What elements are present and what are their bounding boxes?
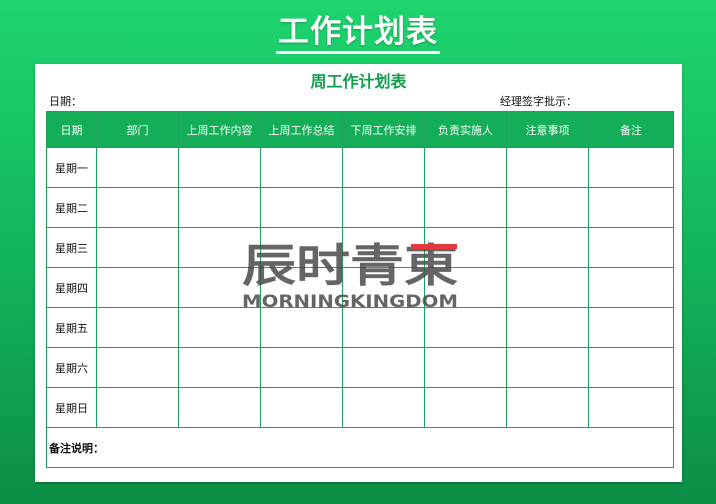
sheet-title: 周工作计划表 [310, 72, 407, 91]
table-cell[interactable] [96, 347, 179, 388]
plan-sheet: 周工作计划表 日期： 经理签字批示： 日期 部门 上周工作内容 上周工作总结 下… [35, 64, 682, 482]
table-cell[interactable] [342, 267, 425, 308]
table-cell[interactable] [424, 227, 507, 268]
table-cell[interactable] [178, 147, 261, 188]
table-cell[interactable] [96, 307, 179, 348]
table-cell[interactable] [506, 307, 589, 348]
table-cell[interactable] [342, 187, 425, 228]
table-cell[interactable] [260, 187, 343, 228]
page-title: 工作计划表 [0, 14, 716, 54]
table-row: 星期一 [46, 147, 674, 188]
day-label: 星期四 [46, 267, 97, 308]
table-cell[interactable] [96, 187, 179, 228]
header-last-week-content: 上周工作内容 [178, 111, 261, 148]
table-cell[interactable] [260, 267, 343, 308]
table-cell[interactable] [178, 267, 261, 308]
table-cell[interactable] [588, 187, 674, 228]
header-row: 日期 部门 上周工作内容 上周工作总结 下周工作安排 负责实施人 注意事项 备注 [46, 111, 674, 148]
table-cell[interactable] [506, 387, 589, 428]
table-cell[interactable] [260, 387, 343, 428]
header-owner: 负责实施人 [424, 111, 507, 148]
table-cell[interactable] [178, 347, 261, 388]
table-cell[interactable] [424, 307, 507, 348]
day-label: 星期五 [46, 307, 97, 348]
table-cell[interactable] [96, 387, 179, 428]
header-last-week-summary: 上周工作总结 [260, 111, 343, 148]
table-cell[interactable] [178, 227, 261, 268]
table-cell[interactable] [424, 187, 507, 228]
table-cell[interactable] [260, 347, 343, 388]
day-label: 星期一 [46, 147, 97, 188]
table-row: 星期四 [46, 267, 674, 308]
table-cell[interactable] [178, 307, 261, 348]
table-cell[interactable] [342, 227, 425, 268]
table-cell[interactable] [424, 147, 507, 188]
header-notes: 注意事项 [506, 111, 589, 148]
table-cell[interactable] [588, 307, 674, 348]
header-next-week-plan: 下周工作安排 [342, 111, 425, 148]
header-department: 部门 [96, 111, 179, 148]
header-remarks: 备注 [588, 111, 674, 148]
table-cell[interactable] [506, 187, 589, 228]
table-cell[interactable] [506, 147, 589, 188]
table-cell[interactable] [178, 187, 261, 228]
table-cell[interactable] [506, 227, 589, 268]
table-row: 星期日 [46, 387, 674, 428]
table-cell[interactable] [342, 347, 425, 388]
table-cell[interactable] [506, 347, 589, 388]
table-cell[interactable] [588, 227, 674, 268]
date-label: 日期： [49, 95, 82, 108]
note-label[interactable]: 备注说明： [46, 427, 674, 468]
table-cell[interactable] [342, 147, 425, 188]
table-row: 星期六 [46, 347, 674, 388]
table-cell[interactable] [588, 347, 674, 388]
table-cell[interactable] [96, 147, 179, 188]
table-cell[interactable] [424, 387, 507, 428]
day-label: 星期六 [46, 347, 97, 388]
table-cell[interactable] [424, 267, 507, 308]
table-cell[interactable] [96, 227, 179, 268]
table-cell[interactable] [260, 227, 343, 268]
day-label: 星期二 [46, 187, 97, 228]
table-cell[interactable] [96, 267, 179, 308]
table-cell[interactable] [506, 267, 589, 308]
table-row: 星期三 [46, 227, 674, 268]
table-cell[interactable] [342, 387, 425, 428]
day-label: 星期日 [46, 387, 97, 428]
table-cell[interactable] [424, 347, 507, 388]
header-date: 日期 [46, 111, 97, 148]
table-cell[interactable] [588, 267, 674, 308]
table-cell[interactable] [260, 307, 343, 348]
table-cell[interactable] [178, 387, 261, 428]
table-cell[interactable] [588, 387, 674, 428]
note-row: 备注说明： [46, 427, 674, 468]
table-cell[interactable] [342, 307, 425, 348]
approval-label: 经理签字批示： [500, 95, 577, 108]
table-cell[interactable] [588, 147, 674, 188]
plan-table: 日期 部门 上周工作内容 上周工作总结 下周工作安排 负责实施人 注意事项 备注… [46, 111, 674, 468]
table-row: 星期二 [46, 187, 674, 228]
table-row: 星期五 [46, 307, 674, 348]
table-cell[interactable] [260, 147, 343, 188]
day-label: 星期三 [46, 227, 97, 268]
